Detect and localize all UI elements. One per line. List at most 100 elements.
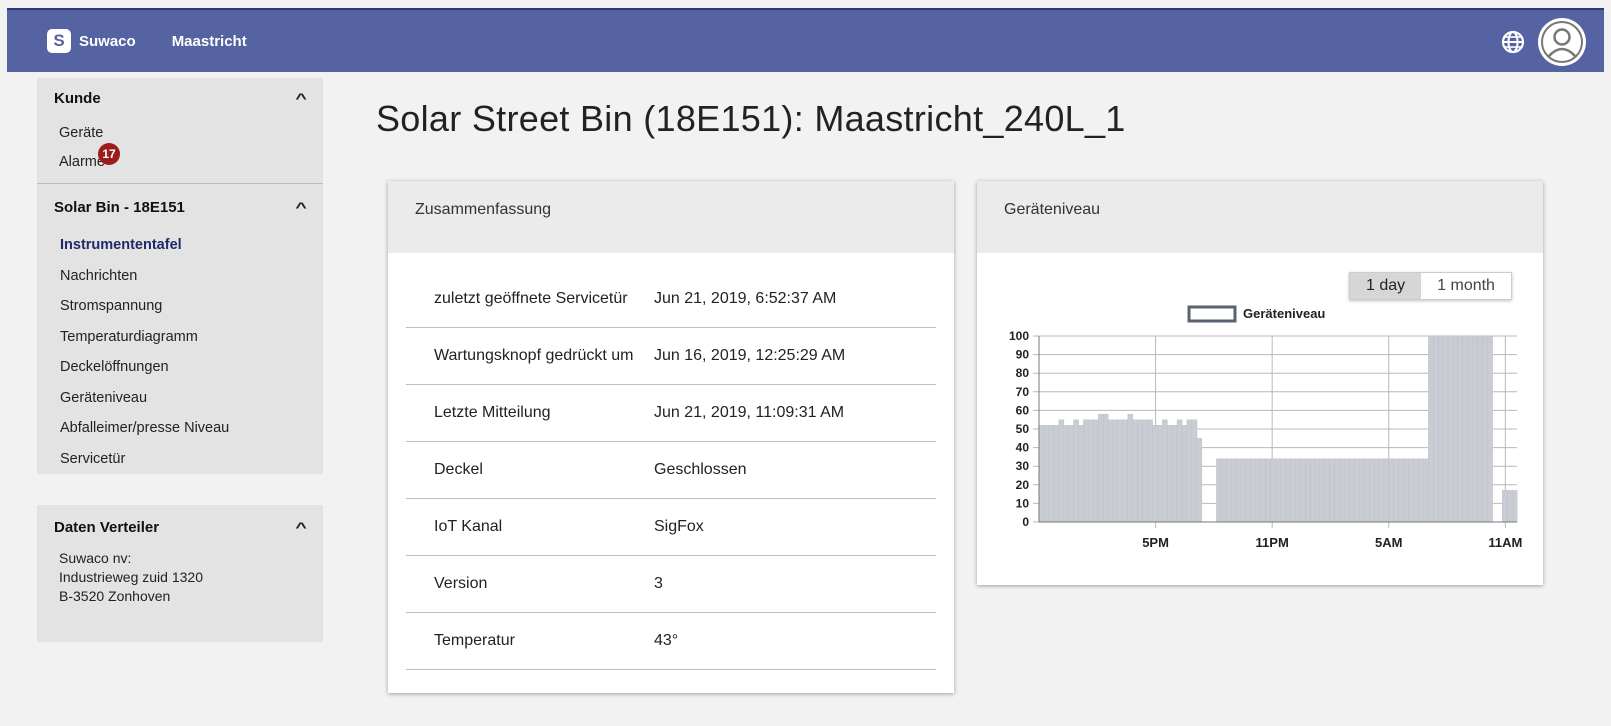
globe-icon[interactable] — [1498, 27, 1528, 57]
level-bar — [1048, 425, 1055, 523]
level-bar — [1383, 458, 1390, 523]
sidebar-title-device: Solar Bin - 18E151 — [54, 198, 185, 216]
chevron-up-icon[interactable]: ^ — [295, 199, 306, 215]
level-bar — [1043, 425, 1050, 523]
level-bar — [1112, 419, 1119, 523]
sidebar-item-stromspannung[interactable]: Stromspannung — [37, 291, 323, 322]
level-bar — [1186, 419, 1193, 523]
chevron-up-icon[interactable]: ^ — [295, 519, 306, 535]
sidebar-section-kunde: Kunde ^ Geräte Alarme 17 — [37, 78, 323, 184]
sidebar-item-abfalleimer-niveau[interactable]: Abfalleimer/presse Niveau — [37, 413, 323, 444]
level-bar — [1063, 425, 1070, 523]
sidebar-item-servicetuer[interactable]: Servicetür — [37, 444, 323, 475]
sidebar-title-kunde: Kunde — [54, 89, 101, 107]
y-tick-label: 100 — [1009, 329, 1029, 343]
brand[interactable]: S Suwaco — [47, 29, 136, 53]
sidebar-item-geraeteniveau[interactable]: Geräteniveau — [37, 383, 323, 414]
level-bar — [1053, 425, 1060, 523]
level-bar — [1300, 458, 1306, 523]
level-bar — [1398, 458, 1405, 523]
city-link[interactable]: Maastricht — [172, 33, 247, 50]
page-title: Solar Street Bin (18E151): Maastricht_24… — [376, 98, 1126, 139]
level-bar — [1068, 425, 1074, 523]
table-row: Version 3 — [406, 556, 936, 613]
sidebar-item-nachrichten[interactable]: Nachrichten — [37, 261, 323, 292]
level-bar — [1364, 458, 1370, 523]
y-tick-label: 80 — [1016, 366, 1030, 380]
level-bar — [1438, 335, 1444, 523]
level-bar — [1452, 335, 1459, 523]
level-bar — [1235, 458, 1242, 523]
level-bar — [1171, 425, 1178, 523]
sidebar-item-alarme[interactable]: Alarme — [37, 148, 323, 178]
level-bar — [1482, 335, 1488, 523]
y-tick-label: 10 — [1016, 496, 1030, 510]
sidebar-title-verteiler: Daten Verteiler — [54, 518, 160, 536]
level-bar — [1408, 458, 1414, 523]
level-bar — [1073, 419, 1079, 523]
level-bar — [1334, 458, 1341, 523]
level-bar — [1413, 458, 1419, 523]
sidebar-item-geraete[interactable]: Geräte — [37, 118, 323, 148]
level-bar — [1097, 413, 1104, 523]
sidebar-header-kunde[interactable]: Kunde ^ — [37, 78, 323, 118]
summary-label: IoT Kanal — [434, 518, 503, 535]
level-bar — [1477, 335, 1483, 523]
summary-value: Jun 21, 2019, 6:52:37 AM — [654, 290, 837, 307]
sidebar-section-verteiler: Daten Verteiler ^ Suwaco nv: Industriewe… — [37, 505, 323, 642]
sidebar-item-deckeloeffnungen[interactable]: Deckelöffnungen — [37, 352, 323, 383]
legend-label: Geräteniveau — [1243, 306, 1325, 321]
level-bar — [1487, 335, 1493, 523]
summary-value: SigFox — [654, 518, 704, 535]
level-bar — [1240, 458, 1247, 523]
level-card-title: Geräteniveau — [977, 181, 1543, 253]
table-row: Wartungsknopf gedrückt um Jun 16, 2019, … — [406, 328, 936, 385]
sidebar-header-device[interactable]: Solar Bin - 18E151 ^ — [37, 184, 323, 230]
top-right-actions — [1498, 18, 1586, 66]
summary-value: 3 — [654, 575, 663, 592]
level-bar — [1354, 458, 1360, 523]
x-tick-label: 11AM — [1488, 535, 1522, 550]
brand-name: Suwaco — [79, 32, 136, 50]
sidebar-item-temperaturdiagramm[interactable]: Temperaturdiagramm — [37, 322, 323, 353]
address-line: Industrieweg zuid 1320 — [59, 569, 203, 585]
sidebar-section-device: Solar Bin - 18E151 ^ Instrumententafel N… — [37, 184, 323, 474]
level-bar — [1393, 458, 1400, 523]
x-tick-label: 5PM — [1142, 535, 1169, 550]
level-bar — [1102, 413, 1109, 523]
user-avatar-icon[interactable] — [1538, 18, 1586, 66]
level-bar — [1093, 419, 1099, 523]
level-bar — [1324, 458, 1331, 523]
chevron-up-icon[interactable]: ^ — [295, 90, 306, 106]
level-bar — [1137, 419, 1143, 523]
summary-label: Version — [434, 575, 488, 592]
level-bar — [1442, 335, 1449, 523]
table-row: IoT Kanal SigFox — [406, 499, 936, 556]
level-bar — [1245, 458, 1252, 523]
level-bar — [1388, 458, 1395, 523]
level-bar — [1502, 490, 1508, 523]
level-bar — [1058, 419, 1065, 523]
sidebar-header-verteiler[interactable]: Daten Verteiler ^ — [37, 505, 323, 549]
address-line: Suwaco nv: — [59, 550, 132, 566]
level-bar — [1226, 458, 1232, 523]
level-bar — [1142, 419, 1148, 523]
summary-label: Letzte Mitteilung — [434, 404, 551, 421]
level-bar — [1260, 458, 1267, 523]
sidebar-item-instrumententafel[interactable]: Instrumententafel — [37, 230, 323, 261]
level-bar — [1147, 419, 1153, 523]
summary-label: Wartungsknopf gedrückt um — [434, 347, 634, 364]
level-bar — [1447, 335, 1454, 523]
level-bar — [1378, 458, 1385, 523]
summary-label: zuletzt geöffnete Servicetür — [434, 290, 628, 307]
level-bar — [1132, 419, 1139, 523]
level-bar — [1250, 458, 1257, 523]
level-bar — [1083, 419, 1089, 523]
summary-card: Zusammenfassung zuletzt geöffnete Servic… — [388, 181, 954, 693]
level-bar — [1107, 419, 1114, 523]
y-tick-label: 40 — [1016, 441, 1030, 455]
level-bar — [1221, 458, 1227, 523]
level-bar — [1270, 458, 1276, 523]
level-bar — [1309, 458, 1316, 523]
level-bar — [1506, 490, 1513, 523]
